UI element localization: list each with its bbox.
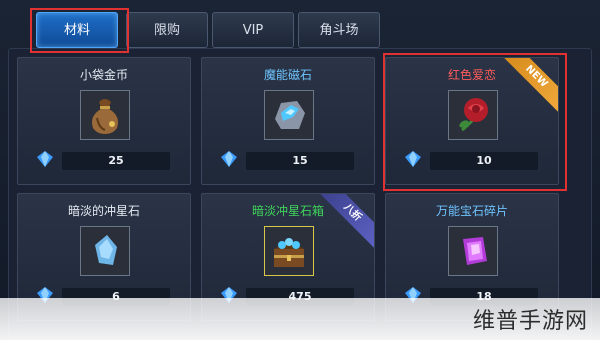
shop-window: 小袋金币 25 魔能磁石 15 红色爱恋 10 NEW 暗淡的冲星石 6 暗淡冲… [0,0,600,340]
item-price: 10 [476,154,492,167]
diamond-currency-icon [405,151,421,167]
purple-gem-shard-icon [448,226,498,276]
shop-item-card[interactable]: 魔能磁石 15 [201,57,375,185]
tab-limited[interactable]: 限购 [126,12,208,48]
shop-item-card[interactable]: 小袋金币 25 [17,57,191,185]
dim-star-stone-icon [80,226,130,276]
tab-arena[interactable]: 角斗场 [298,12,380,48]
magnetic-stone-icon [264,90,314,140]
item-price: 25 [108,154,124,167]
item-name: 暗淡的冲星石 [67,204,140,218]
diamond-currency-icon [221,151,237,167]
item-grid-panel: 小袋金币 25 魔能磁石 15 红色爱恋 10 NEW 暗淡的冲星石 6 暗淡冲… [8,48,592,340]
item-name: 小袋金币 [79,68,128,82]
item-price: 15 [292,154,308,167]
item-name: 万能宝石碎片 [435,204,508,218]
treasure-chest-icon [264,226,314,276]
shop-item-card[interactable]: 红色爱恋 10 NEW [385,57,559,185]
tab-materials[interactable]: 材料 [36,12,118,48]
item-name: 魔能磁石 [263,68,312,82]
red-rose-icon [448,90,498,140]
diamond-currency-icon [37,151,53,167]
gold-coin-bag-icon [80,90,130,140]
tab-vip[interactable]: VIP [212,12,294,48]
watermark: 维普手游网 [472,309,588,334]
